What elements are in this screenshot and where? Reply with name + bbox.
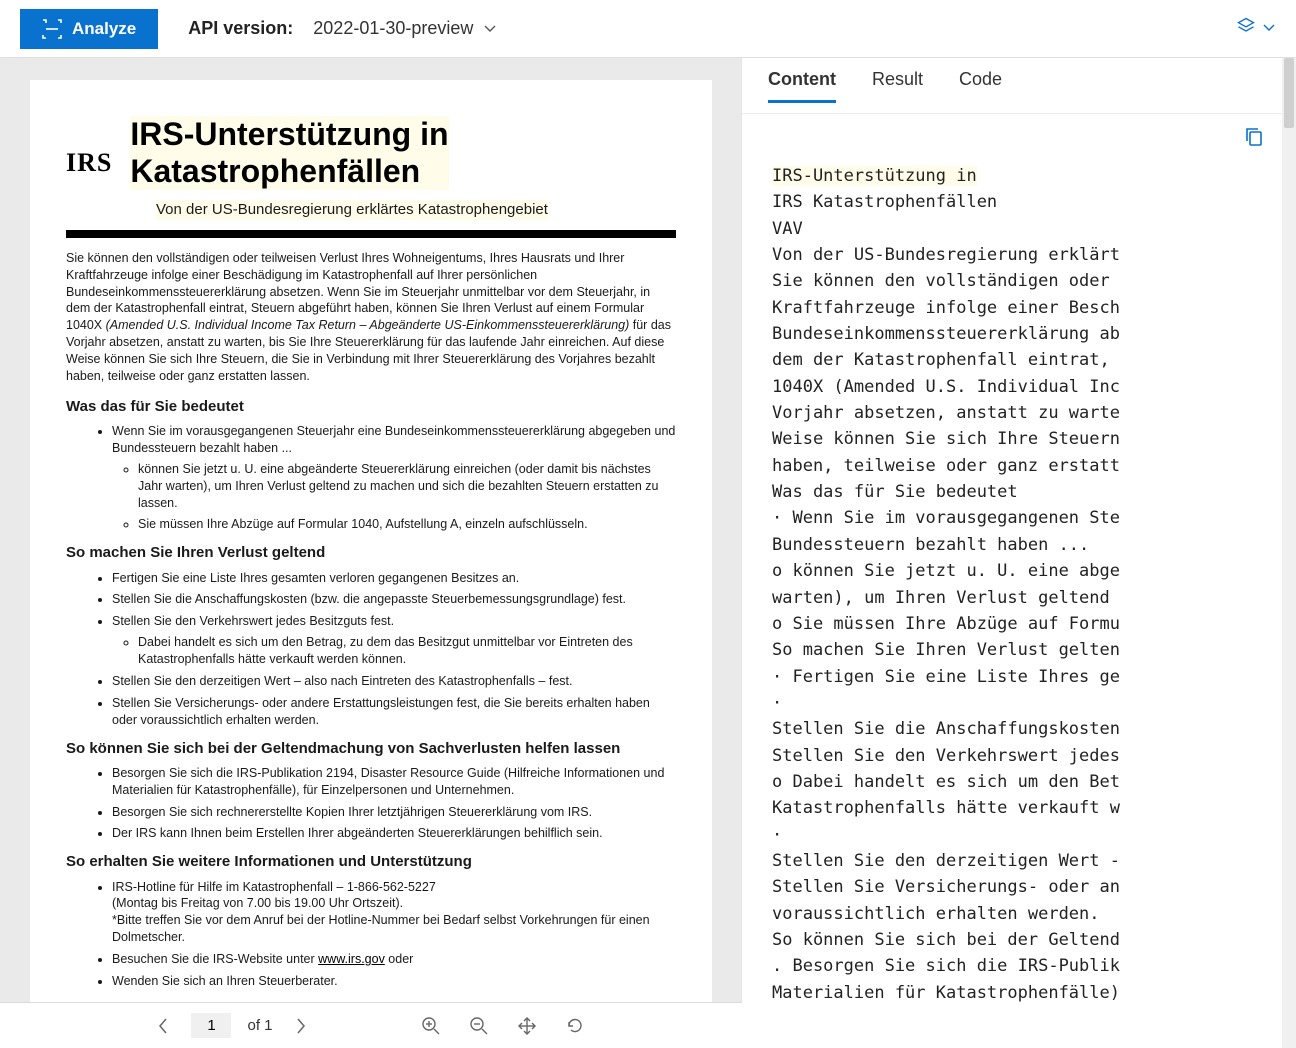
doc-subtitle: Von der US-Bundesregierung erklärtes Kat… [156, 200, 548, 220]
doc-title-line1: IRS-Unterstützung in [130, 116, 448, 153]
scroll-thumb[interactable] [1284, 58, 1294, 128]
rotate-button[interactable] [559, 1012, 591, 1040]
list-item: Dabei handelt es sich um den Betrag, zu … [138, 634, 676, 668]
scrollbar[interactable] [1282, 58, 1296, 1048]
doc-para-intro: Sie können den vollständigen oder teilwe… [66, 250, 676, 385]
doc-list-2: Fertigen Sie eine Liste Ihres gesamten v… [66, 570, 676, 729]
fit-width-button[interactable] [511, 1012, 543, 1040]
list-item: IRS-Hotline für Hilfe im Katastrophenfal… [112, 879, 676, 947]
doc-list-4: IRS-Hotline für Hilfe im Katastrophenfal… [66, 879, 676, 990]
list-item: Besuchen Sie die IRS-Website unter www.i… [112, 951, 676, 968]
tab-content[interactable]: Content [768, 69, 836, 103]
page-total-label: of 1 [247, 1017, 272, 1034]
tab-code[interactable]: Code [959, 69, 1002, 103]
irs-logo: IRS [66, 145, 112, 180]
zoom-in-button[interactable] [415, 1012, 447, 1040]
list-item: Stellen Sie den Verkehrswert jedes Besit… [112, 613, 676, 668]
document-page: IRS IRS-Unterstützung in Katastrophenfäl… [30, 80, 712, 1002]
zoom-out-button[interactable] [463, 1012, 495, 1040]
chevron-down-icon [1262, 20, 1276, 38]
doc-h4: So erhalten Sie weitere Informationen un… [66, 852, 676, 872]
doc-h3: So können Sie sich bei der Geltendmachun… [66, 739, 676, 759]
content-area: IRS IRS-Unterstützung in Katastrophenfäl… [0, 58, 1296, 1048]
chevron-down-icon [483, 21, 497, 37]
analyze-icon [42, 19, 62, 39]
list-item: Wenden Sie sich an Ihren Steuerberater. [112, 973, 676, 990]
list-item: Stellen Sie den derzeitigen Wert – also … [112, 673, 676, 690]
tab-result[interactable]: Result [872, 69, 923, 103]
page-number-input[interactable] [191, 1013, 231, 1038]
doc-h2: So machen Sie Ihren Verlust geltend [66, 543, 676, 563]
api-version-label: API version: [188, 18, 293, 39]
page-controls: of 1 [0, 1002, 742, 1048]
list-item: Stellen Sie die Anschaffungskosten (bzw.… [112, 591, 676, 608]
api-version-dropdown[interactable]: 2022-01-30-preview [313, 18, 497, 39]
layers-icon [1236, 16, 1256, 41]
prev-page-button[interactable] [151, 1013, 175, 1039]
list-item: Sie müssen Ihre Abzüge auf Formular 1040… [138, 516, 676, 533]
list-item: Fertigen Sie eine Liste Ihres gesamten v… [112, 570, 676, 587]
tabs: Content Result Code [742, 58, 1296, 114]
doc-h1: Was das für Sie bedeutet [66, 397, 676, 417]
list-item: Wenn Sie im vorausgegangenen Steuerjahr … [112, 423, 676, 533]
list-item: Stellen Sie Versicherungs- oder andere E… [112, 695, 676, 729]
copy-button[interactable] [1244, 126, 1264, 153]
doc-title-line2: Katastrophenfällen [130, 153, 448, 190]
analyze-button[interactable]: Analyze [20, 9, 158, 49]
document-scroll[interactable]: IRS IRS-Unterstützung in Katastrophenfäl… [0, 58, 742, 1002]
divider-bar [66, 230, 676, 238]
list-item: Besorgen Sie sich rechnererstellte Kopie… [112, 804, 676, 821]
api-version-value: 2022-01-30-preview [313, 18, 473, 39]
document-pane: IRS IRS-Unterstützung in Katastrophenfäl… [0, 58, 742, 1048]
layers-dropdown[interactable] [1236, 16, 1276, 41]
doc-list-1: Wenn Sie im vorausgegangenen Steuerjahr … [66, 423, 676, 533]
list-item: Besorgen Sie sich die IRS-Publikation 21… [112, 765, 676, 799]
list-item: Der IRS kann Ihnen beim Erstellen Ihrer … [112, 825, 676, 842]
toolbar: Analyze API version: 2022-01-30-preview [0, 0, 1296, 58]
doc-list-3: Besorgen Sie sich die IRS-Publikation 21… [66, 765, 676, 843]
next-page-button[interactable] [289, 1013, 313, 1039]
analyze-label: Analyze [72, 19, 136, 39]
result-pane: Content Result Code IRS-Unterstützung in… [742, 58, 1296, 1048]
list-item: können Sie jetzt u. U. eine abgeänderte … [138, 461, 676, 512]
extracted-text[interactable]: IRS-Unterstützung in IRS Katastrophenfäl… [742, 159, 1296, 1048]
